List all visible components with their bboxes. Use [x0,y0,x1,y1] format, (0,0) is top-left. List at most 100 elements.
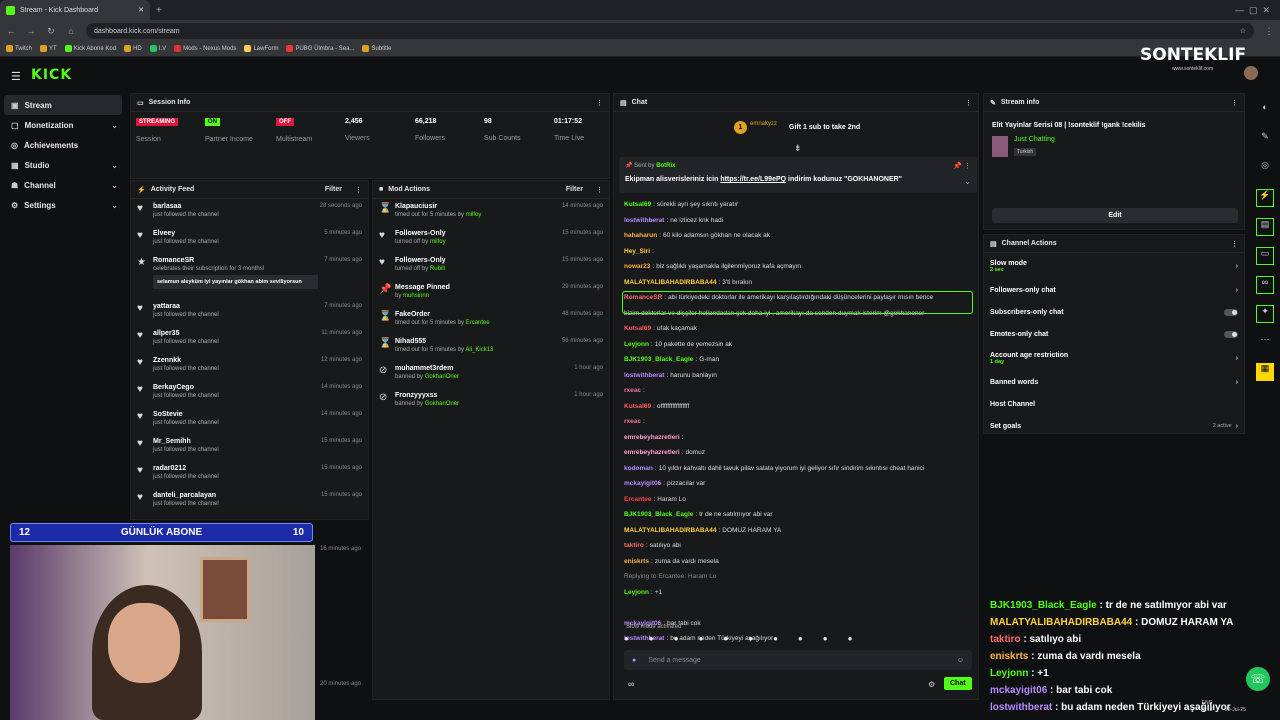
chat-message[interactable]: Kutsal69: offfffffffffffffff [618,399,978,415]
chat-message[interactable] [618,600,978,616]
pin-actions[interactable]: 📌 ⋮ [953,162,971,170]
chevron-down-icon[interactable]: ⌄ [111,201,118,210]
emoji-icon[interactable]: ☺ [957,657,964,664]
activity-item[interactable]: ♥ barlasaa just followed the channel 28 sec… [131,199,368,226]
category-name[interactable]: Just Chatting [1014,136,1055,143]
activity-item[interactable]: ♥ allper35 just followed the channel 11 min… [131,326,368,353]
bookmark-item[interactable]: Subtitle [362,45,391,53]
emote-row[interactable]: ● ● ● ● ● ● ● ● ● ● [624,634,974,646]
activity-item[interactable]: ♥ Zzennkk just followed the channel 12 minu… [131,353,368,380]
new-tab-icon[interactable]: + [156,5,162,16]
activity-user[interactable]: radar0212 [153,465,315,472]
chat-username[interactable]: Kutsal69 [624,325,651,332]
menu-icon[interactable]: ☰ [11,70,21,83]
chat-username[interactable]: Hey_Siri [624,248,650,255]
bookmark-star-icon[interactable]: ☆ [1240,27,1246,35]
mod-action-item[interactable]: ♥ Followers-Only turned off by Rubill 15 mi… [373,253,609,280]
browser-tab[interactable]: Stream - Kick Dashboard ✕ [0,0,150,20]
mic-icon[interactable]: ● [632,657,636,664]
moderator-name[interactable]: GokhanOner [425,374,459,380]
moderator-name[interactable]: GokhanOner [425,401,459,407]
chat-username[interactable]: Kutsal69 [624,403,651,410]
activity-item[interactable]: ♥ Mr_Semihh just followed the channel 15 mi… [131,434,368,461]
bookmark-item[interactable]: PUBG Ülmbra - Sea... [286,45,354,53]
mod-target[interactable]: Followers-Only [395,230,556,237]
channel-action-1[interactable]: Followers-only chat › [984,279,1244,301]
wrench-icon[interactable]: ✦ [1256,305,1274,323]
chat-message[interactable]: MALATYALIBAHADIRBABA44: DOMUZ HARAM YA [618,523,978,539]
chat-message[interactable]: mckayigit06: pizzacılar var [618,476,978,492]
activity-item[interactable]: ♥ radar0212 just followed the channel 15 mi… [131,461,368,488]
sidebar-item-monetization[interactable]: ▢ Monetization ⌄ [0,115,126,135]
home-icon[interactable]: ⌂ [66,26,76,36]
moderator-name[interactable]: Ercantee [466,320,490,326]
more-icon[interactable]: ⋮ [355,186,362,194]
pinned-link[interactable]: https://tr.ee/L99ePQ [720,176,786,183]
activity-item[interactable]: ♥ yattaraa just followed the channel 7 minu… [131,299,368,326]
bolt-icon[interactable]: ⚡ [1256,189,1274,207]
chevron-down-icon[interactable]: ⌄ [111,121,118,130]
avatar[interactable] [1244,66,1258,80]
chat-username[interactable]: MALATYALIBAHADIRBABA44 [624,527,716,534]
moderator-name[interactable]: Rubill [430,266,445,272]
chat-message[interactable]: rxeac: [618,414,978,430]
sidebar-item-studio[interactable]: ▦ Studio ⌄ [0,155,126,175]
chat-message[interactable]: taktiro: satılıyo abi [618,538,978,554]
chat-message[interactable]: emrebeyhazretleri: [618,430,978,446]
mod-action-item[interactable]: ♥ Followers-Only turned off by milfoy 15 mi… [373,226,609,253]
mod-action-item[interactable]: ⌛ FakeOrder timed out for 5 minutes by Erc… [373,307,609,334]
chat-message[interactable]: lostwithberat: ne izlicez knk hadi [618,213,978,229]
window-controls[interactable]: — ▢ ✕ [1235,5,1270,16]
url-input[interactable]: dashboard.kick.com/stream ☆ [86,23,1254,39]
more-icon[interactable]: ⋮ [596,186,603,194]
forward-icon[interactable]: → [26,26,36,36]
chat-username[interactable]: eniskrts [624,558,649,565]
extensions-icon[interactable]: ⋮ [1264,26,1274,37]
mod-target[interactable]: FakeOrder [395,311,556,318]
activity-filter-button[interactable]: Filter [325,186,342,193]
chat-message[interactable]: lostwithberat: harunu banlayın [618,368,978,384]
send-chat-button[interactable]: Chat [944,677,972,690]
chevron-down-icon[interactable]: ⌄ [111,181,118,190]
sidebar-item-stream[interactable]: ▣ Stream [4,95,122,115]
edit-button[interactable]: Edit [992,208,1238,223]
activity-item[interactable]: ★ RomanceSR celebrates their subscription … [131,253,368,299]
chat-message[interactable]: BJK1903_Black_Eagle: tr de ne satılmıyor … [618,507,978,523]
activity-user[interactable]: Elveey [153,230,318,237]
collapse-icon[interactable]: ⇟ [794,143,802,154]
mod-action-item[interactable]: ⊘ Fronzyyyxss banned by GokhanOner 1 hour a… [373,388,609,415]
activity-user[interactable]: barlasaa [153,203,314,210]
chat-message[interactable]: kodoman:10 yıldır kahvaltı dahil tavuk p… [618,461,978,477]
moderator-name[interactable]: Ali_Kick13 [465,347,493,353]
chat-message[interactable]: BJK1903_Black_Eagle: G-man [618,352,978,368]
toggle-switch[interactable] [1224,308,1238,316]
chevron-down-icon[interactable]: ⌄ [111,161,118,170]
back-icon[interactable]: ← [6,26,16,36]
chat-message[interactable]: Kutsal69: sürekli ayrı şey sıkrıtı yaratı… [618,197,978,213]
doc-icon[interactable]: ▤ [1256,218,1274,236]
chat-message[interactable]: Leyjonn:10 pakette de yemezsin ak [618,337,978,353]
share-icon[interactable]: ⋯ [1256,334,1274,352]
bookmark-item[interactable]: YT [40,45,57,53]
channel-action-6[interactable]: Host Channel [984,393,1244,415]
mod-target[interactable]: Message Pinned [395,284,556,291]
channel-action-5[interactable]: Banned words › [984,371,1244,393]
bookmark-item[interactable]: LawForm [244,45,278,53]
chat-username[interactable]: rxeac [624,418,641,425]
close-tab-icon[interactable]: ✕ [138,6,144,14]
chat-icon[interactable]: ▭ [1256,247,1274,265]
bookmark-item[interactable]: HD [124,45,142,53]
chat-username[interactable]: emrebeyhazretleri [624,449,680,456]
chat-username[interactable]: lostwithberat [624,372,664,379]
chevron-right-icon[interactable]: › [1236,263,1238,270]
activity-user[interactable]: danteli_parcalayan [153,492,315,499]
channel-action-4[interactable]: Account age restriction 1 day › [984,345,1244,371]
bag-icon[interactable]: ▦ [1256,363,1274,381]
activity-user[interactable]: Mr_Semihh [153,438,315,445]
circle-icon[interactable]: ◐ [1256,102,1274,120]
mod-action-item[interactable]: ⊘ muhammet3rdem banned by GokhanOner 1 hour… [373,361,609,388]
sidebar-item-achievements[interactable]: ◎ Achievements [0,135,126,155]
support-chat-icon[interactable]: ☏ [1246,667,1270,691]
bookmark-item[interactable]: Kick Abone Kod [64,45,116,53]
more-icon[interactable]: ⋮ [965,99,972,107]
